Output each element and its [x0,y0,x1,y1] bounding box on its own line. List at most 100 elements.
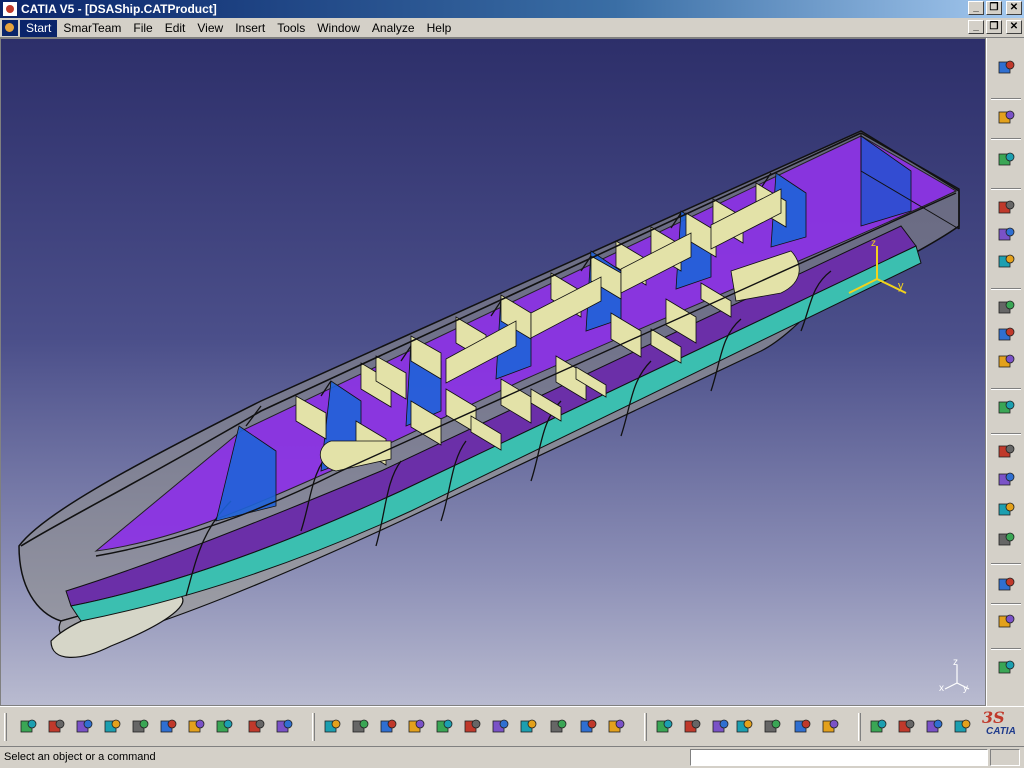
document-window-controls: _ ❐ ✕ [968,20,1022,34]
catia-app-icon[interactable] [2,1,18,17]
formula-icon[interactable] [652,715,676,739]
parameter-icon[interactable] [818,715,842,739]
toolbar-separator [991,188,1021,190]
doc-restore-button[interactable]: ❐ [986,20,1002,34]
save-icon[interactable] [72,715,96,739]
toolbar-grip[interactable] [312,713,315,741]
stack-parts-icon[interactable] [994,323,1018,347]
catia-logo-text: CATIA [986,726,1016,737]
lock-icon[interactable] [790,715,814,739]
assembly-constraint-icon[interactable] [994,296,1018,320]
cut-icon[interactable] [128,715,152,739]
menu-start[interactable]: Start [20,20,58,37]
minimize-button[interactable]: _ [968,1,984,15]
menu-edit[interactable]: Edit [159,20,192,37]
menu-smarteam[interactable]: SmarTeam [57,20,127,37]
whats-this-icon[interactable] [272,715,296,739]
toolbar-grip[interactable] [858,713,861,741]
toolbar-separator [991,138,1021,140]
menu-window[interactable]: Window [311,20,366,37]
ds-logo-text: 3S [982,708,1005,727]
iso-view-icon[interactable] [516,715,540,739]
document-menu-icon[interactable] [2,20,18,36]
fly-mode-icon[interactable] [320,715,344,739]
pan-icon[interactable] [376,715,400,739]
model-axis-y-label: y [898,280,904,292]
toolbar-separator [991,603,1021,605]
toolbar-separator [991,648,1021,650]
paste-icon[interactable] [184,715,208,739]
rotate-icon[interactable] [404,715,428,739]
model-axis-z-label: z [871,238,876,249]
document-icon[interactable] [994,656,1018,680]
normal-view-icon[interactable] [488,715,512,739]
status-indicator [990,749,1020,766]
undo-icon[interactable] [212,715,236,739]
menu-insert[interactable]: Insert [229,20,271,37]
open-icon[interactable] [44,715,68,739]
menu-file[interactable]: File [127,20,158,37]
fly-icon[interactable] [994,148,1018,172]
toolbar-separator [991,98,1021,100]
zoom-in-icon[interactable] [432,715,456,739]
section-icon[interactable] [994,440,1018,464]
new-icon[interactable] [16,715,40,739]
toolbar-grip[interactable] [644,713,647,741]
menu-analyze[interactable]: Analyze [366,20,421,37]
reorder-icon[interactable] [994,396,1018,420]
3d-viewport[interactable]: y z z y x [0,38,986,706]
snap-icon[interactable] [994,196,1018,220]
redo-icon[interactable] [244,715,268,739]
right-toolbar [986,38,1024,706]
menu-items: Start SmarTeam File Edit View Insert Tools Wind… [20,20,457,37]
zoom-out-icon[interactable] [460,715,484,739]
swap-visible-icon[interactable] [604,715,628,739]
title-bar: CATIA V5 - [DSAShip.CATProduct] _ ❐ ✕ [0,0,1024,18]
view-triad-y-label: y [963,683,968,694]
align-icon[interactable] [994,468,1018,492]
stack-sheets-icon[interactable] [994,350,1018,374]
compass-icon[interactable] [994,56,1018,80]
manipulate-icon[interactable] [994,223,1018,247]
analysis-icon[interactable] [894,715,918,739]
ship-model[interactable]: y z z y x [1,39,986,706]
restore-button[interactable]: ❐ [986,1,1002,15]
table-icon[interactable] [732,715,756,739]
spiral-icon[interactable] [994,610,1018,634]
command-input[interactable] [690,749,988,766]
clash-icon[interactable] [994,573,1018,597]
doc-close-button[interactable]: ✕ [1006,20,1022,34]
toolbar-separator [991,563,1021,565]
menu-tools[interactable]: Tools [271,20,311,37]
close-button[interactable]: ✕ [1006,1,1022,15]
render-style-icon[interactable] [546,715,570,739]
product-structure-icon[interactable] [994,250,1018,274]
measure-icon[interactable] [866,715,890,739]
print-icon[interactable] [100,715,124,739]
view-triad-x-label: x [939,683,944,694]
menu-help[interactable]: Help [421,20,458,37]
window-controls: _ ❐ ✕ [968,1,1022,15]
toolbar-separator [991,388,1021,390]
toolbar-separator [991,433,1021,435]
window-title: CATIA V5 - [DSAShip.CATProduct] [21,2,217,16]
tree-icon[interactable] [760,715,784,739]
toolbar-separator [991,288,1021,290]
weight-icon[interactable] [922,715,946,739]
bottom-toolbar [0,706,1024,746]
status-bar: Select an object or a command [0,746,1024,768]
bounding-box-icon[interactable] [994,498,1018,522]
toolbar-grip[interactable] [4,713,7,741]
comment-icon[interactable] [680,715,704,739]
menu-view[interactable]: View [191,20,229,37]
select-arrow-icon[interactable] [994,106,1018,130]
view-triad-z-label: z [953,657,958,668]
hide-show-icon[interactable] [576,715,600,739]
doc-minimize-button[interactable]: _ [968,20,984,34]
plug-icon[interactable] [950,715,974,739]
fit-all-icon[interactable] [348,715,372,739]
copy-icon[interactable] [156,715,180,739]
knowledge-icon[interactable] [708,715,732,739]
camera-icon[interactable] [994,528,1018,552]
catia-logo: 3S CATIA [972,708,1022,740]
